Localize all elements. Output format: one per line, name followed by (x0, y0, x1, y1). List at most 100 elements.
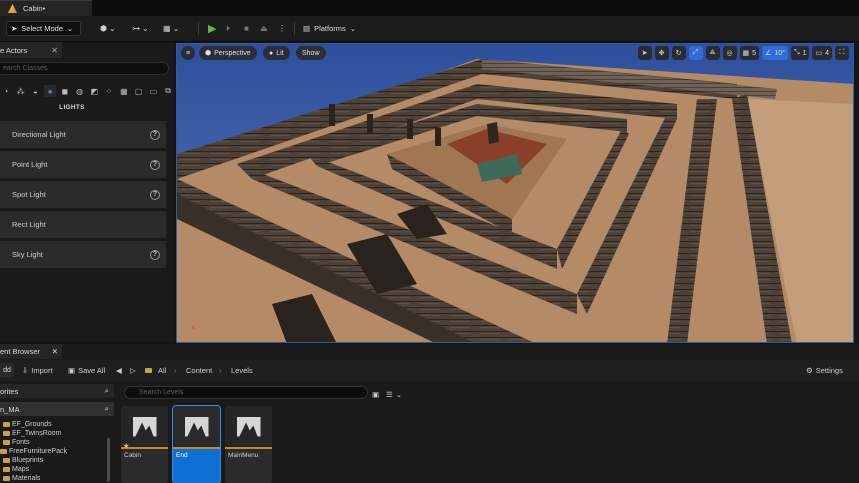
move-icon: ✥ (658, 50, 665, 57)
folder-button[interactable] (145, 363, 152, 377)
tree-item[interactable]: EF_Grounds (0, 420, 112, 429)
visual-effects-icon[interactable]: ◍ (74, 85, 86, 97)
content-browser-toolbar: dd ⇩ Import ▣ Save All ◀ ▷ All › Content… (0, 360, 859, 381)
more-categories-icon[interactable]: ⧉ (162, 85, 174, 97)
lit-button[interactable]: ● Lit (263, 46, 290, 60)
help-icon[interactable]: ? (150, 129, 160, 140)
search-icon[interactable]: ⌕ (105, 386, 109, 396)
close-icon[interactable]: ✕ (51, 46, 58, 55)
scale-snap-button[interactable]: ⤡ 1 (790, 46, 810, 60)
tree-item[interactable]: Materials (0, 474, 112, 483)
cinematics-button[interactable]: ▦ ⌄ (163, 21, 179, 36)
help-icon[interactable]: ? (150, 159, 160, 170)
breadcrumb-separator: › (174, 365, 177, 375)
asset-tile[interactable]: MainMenu (225, 406, 272, 483)
filter-button[interactable]: ☰ ⌄ (386, 387, 402, 401)
level-viewport[interactable]: ≡ ⬢ Perspective ● Lit Show ➤ ✥ ↻ ⤢ ⟁ ◎ ▦… (176, 43, 854, 343)
rotate-tool-button[interactable]: ↻ (671, 46, 686, 60)
grid-snap-button[interactable]: ▦ 5 (739, 46, 760, 60)
add-button[interactable]: dd (0, 363, 14, 377)
surface-snapping-button[interactable]: ⟁ (705, 46, 720, 60)
settings-button[interactable]: ⚙ Settings (806, 363, 843, 377)
project-header[interactable]: n_MA ⌕ (0, 402, 114, 416)
eject-button[interactable]: ⏏ (260, 21, 268, 36)
asset-tile[interactable]: Cabin ★ (121, 406, 168, 483)
camera-speed-button[interactable]: ▭ 4 (812, 46, 832, 60)
cinematic-icon[interactable]: ◼ (59, 85, 71, 97)
favorites-header[interactable]: orites ⌕ (0, 384, 114, 398)
folder-tree-scrollbar[interactable] (107, 438, 110, 482)
folder-icon (3, 467, 10, 472)
all-classes-icon[interactable]: ▦ (118, 85, 130, 97)
actor-point-light[interactable]: Point Light ? (0, 151, 166, 178)
volumes-icon[interactable]: ⁘ (103, 85, 115, 97)
actor-directional-light[interactable]: Directional Light ? (0, 121, 166, 148)
rotation-snap-value: 10° (774, 49, 785, 57)
tree-item[interactable]: Fonts (0, 438, 112, 447)
search-classes-input[interactable]: earch Classes (0, 62, 169, 75)
tree-item[interactable]: FreeFurniturePack (0, 447, 112, 456)
back-button[interactable]: ◀ (116, 363, 122, 377)
tree-item[interactable]: Maps (0, 465, 112, 474)
save-search-button[interactable]: ▣ (372, 387, 379, 401)
help-icon[interactable]: ? (150, 249, 160, 260)
breadcrumb-all[interactable]: All (158, 363, 166, 377)
landscape-icon[interactable]: ▢ (133, 85, 145, 97)
project-label: n_MA (0, 404, 20, 414)
folder-icon (145, 367, 152, 373)
platforms-dropdown[interactable]: ▤ Platforms ⌄ (303, 21, 356, 36)
play-options-button[interactable]: ⋮ (278, 21, 286, 36)
forward-button[interactable]: ▷ (130, 363, 136, 377)
basic-shapes-icon[interactable]: ⁂ (15, 85, 27, 97)
level-tab[interactable]: Cabin• (0, 0, 92, 16)
breadcrumb-content[interactable]: Content (186, 363, 212, 377)
actor-spot-light[interactable]: Spot Light ? (0, 181, 166, 208)
world-local-button[interactable]: ◎ (722, 46, 737, 60)
unreal-logo-icon (8, 4, 17, 13)
content-browser-tab[interactable]: ent Browser ✕ (0, 344, 62, 359)
asset-label: End (176, 452, 188, 459)
grid-snap-value: 5 (752, 49, 757, 57)
import-button[interactable]: ⇩ Import (22, 363, 53, 377)
stop-button[interactable]: ■ (244, 21, 249, 36)
actor-label: Sky Light (12, 250, 43, 259)
geometry-icon[interactable]: ◩ (89, 85, 101, 97)
close-icon[interactable]: ✕ (52, 347, 58, 356)
advance-frame-button[interactable]: ⏵ (226, 21, 230, 36)
actor-label: Rect Light (12, 220, 46, 229)
maximize-viewport-button[interactable]: ⛶ (835, 46, 849, 60)
add-actor-button[interactable]: ⬢ ⌄ (100, 21, 116, 36)
save-all-button[interactable]: ▣ Save All (68, 363, 105, 377)
recent-icon[interactable]: ◔ (0, 85, 12, 97)
perspective-button[interactable]: ⬢ Perspective (199, 46, 257, 60)
platforms-icon: ▤ (303, 24, 311, 33)
actor-label: Directional Light (12, 130, 66, 139)
tree-item[interactable]: Blueprints (0, 456, 112, 465)
actor-rect-light[interactable]: Rect Light (0, 211, 166, 238)
empty-category-icon[interactable]: ▭ (148, 85, 160, 97)
move-tool-button[interactable]: ✥ (654, 46, 669, 60)
tree-item[interactable]: EF_TwinsRoom (0, 429, 112, 438)
select-mode-dropdown[interactable]: ➤ Select Mode ⌄ (6, 21, 81, 36)
wall-post (407, 119, 413, 139)
stop-icon: ■ (244, 24, 249, 33)
breadcrumb-levels[interactable]: Levels (231, 363, 253, 377)
help-icon[interactable]: ? (150, 189, 160, 200)
play-button[interactable]: ▶ (208, 21, 216, 36)
blueprint-button[interactable]: ⊶ ⌄ (132, 21, 149, 36)
viewport-menu-button[interactable]: ≡ (181, 46, 195, 60)
search-levels-input[interactable]: Search Levels (124, 386, 368, 399)
asset-tile-selected[interactable]: End (172, 405, 221, 483)
select-tool-button[interactable]: ➤ (637, 46, 652, 60)
rotation-snap-button[interactable]: ∠ 10° (762, 46, 788, 60)
actor-sky-light[interactable]: Sky Light ? (0, 241, 166, 268)
place-actors-tab[interactable]: e Actors ✕ (0, 42, 62, 58)
chevron-down-icon: ⌄ (172, 24, 180, 33)
shapes-icon[interactable]: ◒ (30, 85, 42, 97)
asset-label: Cabin (124, 452, 141, 459)
lit-sphere-icon: ● (269, 49, 274, 57)
show-button[interactable]: Show (296, 46, 326, 60)
lights-icon[interactable]: ● (44, 85, 56, 97)
search-icon[interactable]: ⌕ (105, 404, 109, 414)
scale-tool-button[interactable]: ⤢ (688, 46, 703, 60)
